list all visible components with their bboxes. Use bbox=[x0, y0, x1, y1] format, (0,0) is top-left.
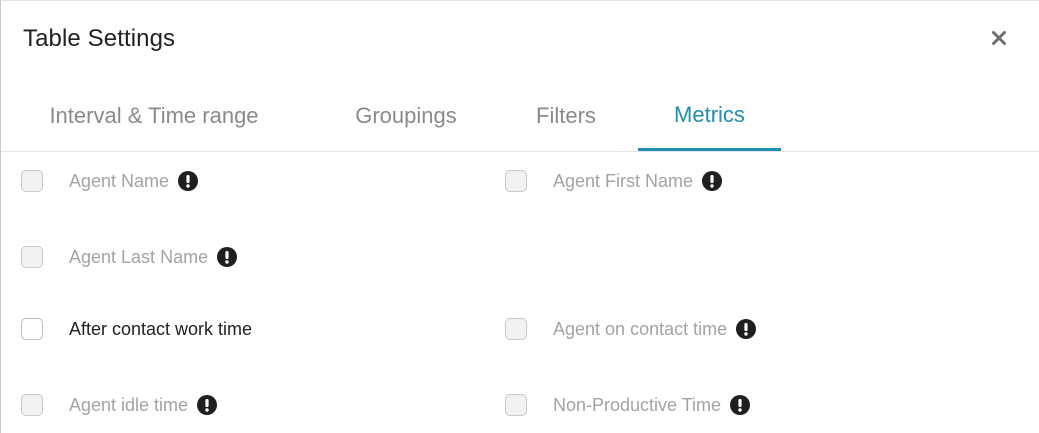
tab-bar: Interval & Time range Groupings Filters … bbox=[1, 81, 1039, 152]
info-icon[interactable] bbox=[217, 247, 238, 267]
metric-after-contact-work-time: After contact work time bbox=[21, 314, 252, 344]
table-settings-dialog: Table Settings Interval & Time range Gro… bbox=[0, 0, 1039, 433]
metric-agent-name-checkbox[interactable] bbox=[21, 170, 43, 192]
metric-agent-last-name-label: Agent Last Name bbox=[69, 246, 209, 267]
tab-groupings[interactable]: Groupings bbox=[331, 81, 481, 151]
tab-filters[interactable]: Filters bbox=[511, 81, 621, 151]
info-icon[interactable] bbox=[178, 171, 199, 191]
metric-non-productive-time-label: Non-Productive Time bbox=[553, 394, 722, 415]
metric-after-contact-work-time-checkbox[interactable] bbox=[21, 318, 43, 340]
metric-after-contact-work-time-label: After contact work time bbox=[69, 318, 253, 339]
metric-agent-idle-time-checkbox[interactable] bbox=[21, 394, 43, 416]
metric-agent-last-name: Agent Last Name bbox=[21, 242, 238, 272]
dialog-title: Table Settings bbox=[23, 25, 176, 52]
tab-interval-time-range[interactable]: Interval & Time range bbox=[15, 81, 293, 151]
metric-non-productive-time: Non-Productive Time bbox=[505, 390, 751, 420]
metric-agent-last-name-checkbox[interactable] bbox=[21, 246, 43, 268]
close-button[interactable] bbox=[984, 23, 1014, 53]
metric-agent-idle-time-label: Agent idle time bbox=[69, 394, 189, 415]
metric-agent-first-name: Agent First Name bbox=[505, 166, 723, 196]
close-icon bbox=[992, 31, 1006, 45]
metric-agent-idle-time: Agent idle time bbox=[21, 390, 218, 420]
metric-agent-on-contact-time-checkbox[interactable] bbox=[505, 318, 527, 340]
metric-agent-name: Agent Name bbox=[21, 166, 199, 196]
info-icon[interactable] bbox=[197, 395, 218, 415]
metric-agent-name-label: Agent Name bbox=[69, 170, 170, 191]
metric-agent-first-name-checkbox[interactable] bbox=[505, 170, 527, 192]
metric-agent-on-contact-time-label: Agent on contact time bbox=[553, 318, 728, 339]
metric-agent-on-contact-time: Agent on contact time bbox=[505, 314, 757, 344]
info-icon[interactable] bbox=[702, 171, 723, 191]
tab-metrics[interactable]: Metrics bbox=[638, 81, 781, 151]
info-icon[interactable] bbox=[736, 319, 757, 339]
metric-agent-first-name-label: Agent First Name bbox=[553, 170, 694, 191]
metric-non-productive-time-checkbox[interactable] bbox=[505, 394, 527, 416]
dialog-header: Table Settings bbox=[1, 1, 1039, 81]
info-icon[interactable] bbox=[730, 395, 751, 415]
